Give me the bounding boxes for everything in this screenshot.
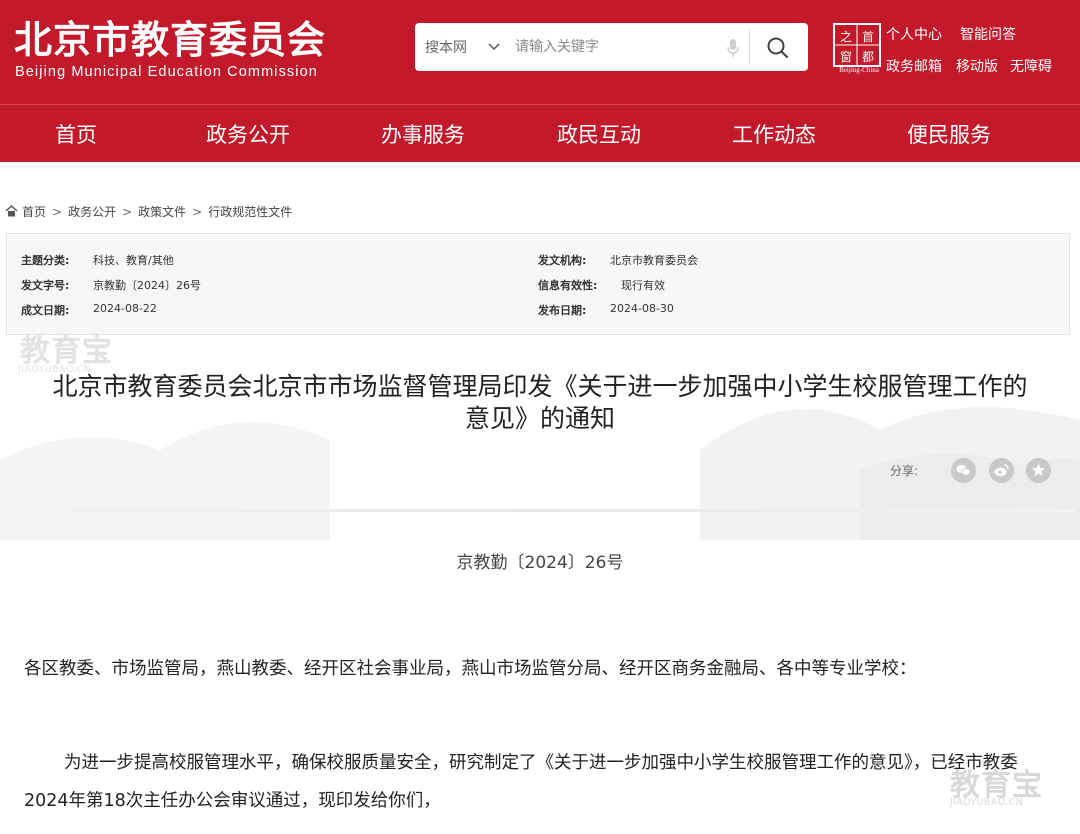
search-divider	[749, 29, 750, 65]
breadcrumb-normative-docs[interactable]: 行政规范性文件	[208, 205, 292, 219]
issuer-label: 发文机构:	[538, 254, 587, 267]
site-header: 北京市教育委员会 Beijing Municipal Education Com…	[0, 0, 1080, 104]
share-label: 分享:	[890, 464, 919, 478]
breadcrumb-separator: >	[192, 205, 203, 219]
document-title-line: 意见》的通知	[464, 404, 615, 433]
favorite-icon[interactable]	[1026, 458, 1051, 483]
mobile-version-link[interactable]: 移动版	[956, 56, 998, 76]
breadcrumb: 首页 > 政务公开 > 政策文件 > 行政规范性文件	[5, 203, 292, 220]
document-number: 京教勤〔2024〕26号	[456, 553, 624, 573]
document-paragraph: 为进一步提高校服管理水平，确保校服质量安全，研究制定了《关于进一步加强中小学生校…	[24, 753, 1018, 811]
nav-item-services[interactable]: 办事服务	[381, 119, 465, 149]
title-divider	[6, 509, 1074, 512]
nav-item-work-news[interactable]: 工作动态	[732, 119, 816, 149]
published-date-label: 发布日期:	[538, 304, 587, 317]
wechat-icon[interactable]	[951, 458, 976, 483]
breadcrumb-separator: >	[122, 205, 133, 219]
smart-qa-link[interactable]: 智能问答	[960, 24, 1016, 44]
document-title-line: 北京市教育委员会北京市市场监督管理局印发《关于进一步加强中小学生校服管理工作的	[52, 372, 1028, 401]
breadcrumb-gov-affairs[interactable]: 政务公开	[68, 205, 116, 219]
svg-text:都: 都	[862, 50, 874, 64]
document-title: 北京市教育委员会北京市市场监督管理局印发《关于进一步加强中小学生校服管理工作的 …	[0, 371, 1080, 435]
topic-value: 科技、教育/其他	[93, 254, 174, 267]
search-icon[interactable]	[765, 35, 791, 61]
chevron-down-icon[interactable]	[487, 40, 501, 54]
main-nav: 首页 政务公开 办事服务 政民互动 工作动态 便民服务	[0, 104, 1080, 162]
published-date-value: 2024-08-30	[610, 302, 674, 315]
created-date-value: 2024-08-22	[93, 302, 157, 315]
validity-value: 现行有效	[621, 279, 665, 292]
nav-item-convenience[interactable]: 便民服务	[907, 119, 991, 149]
breadcrumb-home[interactable]: 首页	[22, 205, 46, 219]
personal-center-link[interactable]: 个人中心	[886, 24, 942, 44]
document-paragraph: 各区教委、市场监管局，燕山教委、经开区社会事业局，燕山市场监管分局、经开区商务金…	[24, 659, 917, 679]
docno-value: 京教勤〔2024〕26号	[93, 279, 201, 292]
validity-label: 信息有效性:	[538, 279, 598, 292]
nav-item-gov-affairs[interactable]: 政务公开	[206, 119, 290, 149]
svg-text:首: 首	[862, 30, 874, 44]
issuer-value: 北京市教育委员会	[610, 254, 698, 267]
svg-text:之: 之	[840, 30, 852, 44]
nav-item-interaction[interactable]: 政民互动	[557, 119, 641, 149]
microphone-icon[interactable]	[726, 38, 740, 58]
weibo-icon[interactable]	[989, 458, 1014, 483]
nav-item-home[interactable]: 首页	[55, 119, 97, 149]
document-metadata: 主题分类: 科技、教育/其他 发文机构: 北京市教育委员会 发文字号: 京教勤〔…	[6, 233, 1070, 335]
gov-mailbox-link[interactable]: 政务邮箱	[886, 56, 942, 76]
capital-window-english: Beijing-China	[839, 66, 879, 74]
breadcrumb-policy-docs[interactable]: 政策文件	[138, 205, 186, 219]
search-input[interactable]	[515, 35, 715, 59]
home-icon	[5, 205, 18, 217]
search-box: 搜本网	[415, 23, 808, 71]
topic-label: 主题分类:	[21, 254, 70, 267]
svg-text:窗: 窗	[840, 50, 852, 64]
breadcrumb-separator: >	[52, 205, 63, 219]
docno-label: 发文字号:	[21, 279, 70, 292]
site-logo-english: Beijing Municipal Education Commission	[15, 64, 318, 80]
search-scope-select[interactable]: 搜本网	[425, 37, 467, 57]
accessibility-link[interactable]: 无障碍	[1010, 56, 1052, 76]
site-logo[interactable]: 北京市教育委员会	[14, 18, 326, 62]
created-date-label: 成文日期:	[21, 304, 70, 317]
